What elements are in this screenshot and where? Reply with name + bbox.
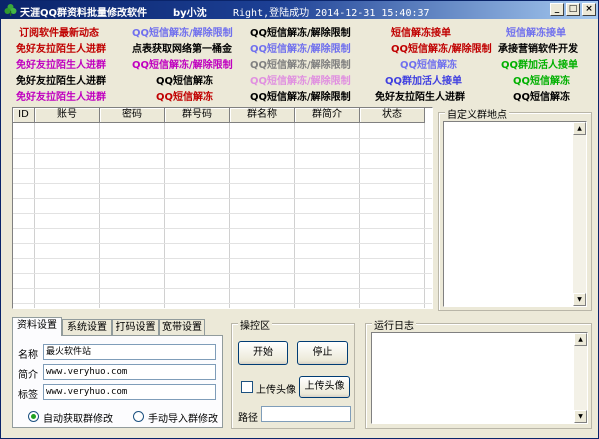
title-bar[interactable]: 天涯QQ群资料批量修改软件 by小沈 Right,登陆成功 2014-12-31… (1, 1, 598, 19)
column-header[interactable]: 状态 (360, 108, 425, 123)
grid-row-line (13, 138, 432, 139)
grid-header: ID 账号 密码 群号码 群名称 群简介 状态 (13, 108, 425, 123)
upload-avatar-check-label[interactable]: 上传头像 (256, 381, 296, 396)
grid-column-line (359, 123, 360, 308)
grid-row-line (13, 213, 432, 214)
ad-link[interactable]: QQ群加活人接单 (501, 56, 578, 71)
grid-row-line (13, 243, 432, 244)
tag-field[interactable]: www.veryhuo.com (43, 384, 216, 400)
ad-link[interactable]: QQ短信解冻 (156, 88, 213, 103)
scroll-down-icon[interactable]: ▼ (574, 410, 587, 423)
upload-avatar-button[interactable]: 上传头像 (299, 376, 350, 398)
grid-row-line (13, 168, 432, 169)
ad-link[interactable]: 承接营销软件开发 (498, 40, 578, 55)
leaf-app-icon (4, 4, 17, 16)
run-log-group: 运行日志 ▲ ▼ (365, 317, 592, 429)
grid-column-line (164, 123, 165, 308)
manual-import-label[interactable]: 手动导入群修改 (148, 410, 218, 425)
close-button[interactable]: × (582, 3, 596, 16)
auto-fetch-label[interactable]: 自动获取群修改 (43, 410, 113, 425)
ad-links-panel: 订阅软件最新动态 QQ短信解冻/解除限制 QQ短信解冻/解除限制 短信解冻接单 … (1, 21, 598, 103)
ad-link[interactable]: QQ短信解冻/解除限制 (132, 56, 233, 71)
path-label: 路径 (238, 413, 258, 424)
account-grid[interactable]: ID 账号 密码 群号码 群名称 群简介 状态 (12, 107, 433, 309)
ad-link[interactable]: 免好友拉陌生人进群 (16, 88, 106, 103)
grid-row-line (13, 228, 432, 229)
intro-label: 简介 (18, 370, 38, 381)
ad-link[interactable]: QQ短信解冻/解除限制 (250, 72, 351, 87)
ad-link[interactable]: QQ短信解冻 (513, 72, 570, 87)
ad-link[interactable]: QQ短信解冻/解除限制 (250, 40, 351, 55)
ad-link[interactable]: 免好友拉陌生人进群 (16, 40, 106, 55)
ad-link[interactable]: QQ短信解冻 (513, 88, 570, 103)
tab-broadband-settings[interactable]: 宽带设置 (159, 319, 205, 335)
scroll-up-icon[interactable]: ▲ (574, 333, 587, 346)
ad-link[interactable]: 免好友拉陌生人进群 (16, 72, 106, 87)
column-header[interactable]: 账号 (35, 108, 100, 123)
path-field[interactable] (261, 406, 351, 422)
grid-row-line (13, 288, 432, 289)
maximize-button[interactable]: □ (566, 3, 580, 16)
ad-link[interactable]: QQ短信解冻/解除限制 (132, 24, 233, 39)
custom-points-scrollbar[interactable]: ▲ ▼ (573, 122, 586, 306)
upload-avatar-checkbox[interactable] (241, 381, 253, 393)
minimize-button[interactable]: _ (550, 3, 564, 16)
tab-profile-settings[interactable]: 资料设置 (12, 317, 62, 336)
ad-link[interactable]: QQ短信解冻/解除限制 (391, 40, 492, 55)
login-status: Right,登陆成功 2014-12-31 15:40:37 (233, 8, 430, 19)
ad-link[interactable]: 免好友拉陌生人进群 (375, 88, 465, 103)
name-field[interactable]: 最火软件站 (43, 344, 216, 360)
grid-row-line (13, 183, 432, 184)
ad-link[interactable]: QQ短信解冻/解除限制 (250, 24, 351, 39)
column-header[interactable]: ID (13, 108, 35, 123)
grid-row-line (13, 258, 432, 259)
column-header[interactable]: 群简介 (295, 108, 360, 123)
grid-row-line (13, 198, 432, 199)
grid-column-line (99, 123, 100, 308)
ad-link[interactable]: QQ短信解冻 (400, 56, 457, 71)
ad-link[interactable]: 短信解冻接单 (391, 24, 451, 39)
grid-row-line (13, 273, 432, 274)
custom-points-title: 自定义群地点 (445, 106, 509, 121)
operation-title: 操控区 (238, 317, 272, 332)
main-window: 天涯QQ群资料批量修改软件 by小沈 Right,登陆成功 2014-12-31… (0, 0, 599, 439)
grid-column-line (229, 123, 230, 308)
window-title: 天涯QQ群资料批量修改软件 (20, 8, 148, 19)
ad-link[interactable]: 短信解冻接单 (506, 24, 566, 39)
run-log-textarea[interactable]: ▲ ▼ (371, 332, 588, 424)
author-label: by小沈 (173, 8, 207, 19)
auto-fetch-radio[interactable] (28, 411, 39, 422)
intro-field[interactable]: www.veryhuo.com (43, 364, 216, 380)
tag-label: 标签 (18, 390, 38, 401)
tab-captcha-settings[interactable]: 打码设置 (112, 319, 159, 335)
ad-link[interactable]: QQ群加活人接单 (385, 72, 462, 87)
run-log-title: 运行日志 (372, 317, 416, 332)
ad-link[interactable]: 订阅软件最新动态 (19, 24, 99, 39)
grid-column-line (294, 123, 295, 308)
profile-settings-panel: 名称 最火软件站 简介 www.veryhuo.com 标签 www.veryh… (12, 335, 223, 428)
ad-link[interactable]: 免好友拉陌生人进群 (16, 56, 106, 71)
run-log-scrollbar[interactable]: ▲ ▼ (574, 333, 587, 423)
scroll-down-icon[interactable]: ▼ (573, 293, 586, 306)
ad-link[interactable]: QQ短信解冻/解除限制 (250, 56, 351, 71)
grid-column-line (34, 123, 35, 308)
custom-points-textarea[interactable]: ▲ ▼ (443, 121, 587, 307)
tab-system-settings[interactable]: 系统设置 (62, 319, 112, 335)
ad-link[interactable]: 点表获取网络第一桶金 (132, 40, 232, 55)
column-header[interactable]: 密码 (100, 108, 165, 123)
custom-points-group: 自定义群地点 ▲ ▼ (438, 106, 592, 311)
scroll-up-icon[interactable]: ▲ (573, 122, 586, 135)
start-button[interactable]: 开始 (238, 341, 288, 365)
operation-group: 操控区 开始 停止 上传头像 上传头像 路径 (231, 317, 355, 429)
manual-import-radio[interactable] (133, 411, 144, 422)
grid-column-line (424, 123, 425, 308)
grid-row-line (13, 153, 432, 154)
column-header[interactable]: 群号码 (165, 108, 230, 123)
grid-row-line (13, 303, 432, 304)
column-header[interactable]: 群名称 (230, 108, 295, 123)
ad-link[interactable]: QQ短信解冻 (156, 72, 213, 87)
ad-link[interactable]: QQ短信解冻/解除限制 (250, 88, 351, 103)
stop-button[interactable]: 停止 (297, 341, 348, 365)
name-label: 名称 (18, 350, 38, 361)
